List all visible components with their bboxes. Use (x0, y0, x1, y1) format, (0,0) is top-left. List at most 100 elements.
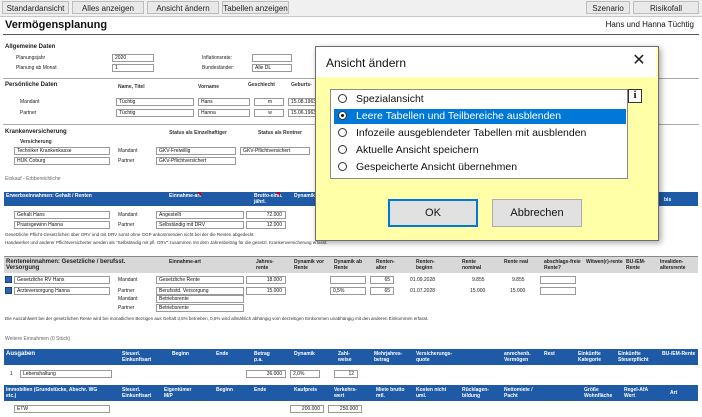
expand-row-button[interactable] (5, 276, 12, 283)
expense-dyn-field[interactable]: 2,0% (290, 370, 320, 378)
col-end: Ende (216, 351, 229, 357)
pension-age-field[interactable]: 65 (370, 287, 394, 295)
col-category: Einkünfte Kategorie (578, 351, 602, 363)
deduction-free-field[interactable] (540, 276, 576, 284)
inflation-field[interactable] (252, 54, 292, 62)
firstname-field[interactable]: Hanna (198, 109, 250, 117)
cancel-button[interactable]: Abbrechen (492, 199, 582, 227)
show-tables-button[interactable]: Tabellen anzeigen (222, 1, 289, 14)
col-pension-start: Renten-beginn (416, 259, 435, 271)
expense-amount-field[interactable]: 36.000 (246, 370, 286, 378)
expense-frequency-field[interactable]: 12 (334, 370, 358, 378)
pension-age-field[interactable]: 65 (370, 276, 394, 284)
col-net-rent: Nettomiete / Pacht (504, 387, 533, 399)
role-label: Mandant (118, 148, 138, 154)
state-field[interactable]: Alle DL (252, 64, 292, 72)
standard-view-button[interactable]: Standardansicht (2, 1, 69, 14)
income-name-field[interactable]: Praxisgewinn Hanna (14, 221, 110, 229)
col-payment: Zahl-weise (338, 351, 352, 363)
deduction-free-field[interactable] (540, 287, 576, 295)
radio-button[interactable] (338, 94, 347, 103)
expand-row-button[interactable] (5, 287, 12, 294)
firstname-field[interactable]: Hans (198, 98, 250, 106)
status-dropdown[interactable]: GKV-Pflichtversichert (156, 157, 236, 165)
planning-year-field[interactable]: 2020 (112, 54, 154, 62)
role-label: Mandant (20, 99, 40, 105)
birthdate-field[interactable]: 15.08.1963 (288, 98, 316, 106)
col-status-pensioner: Status als Rentner (258, 130, 302, 136)
col-type: Art (670, 390, 678, 396)
health-insurance-header: Krankenversicherung (5, 129, 67, 135)
pension-name-field[interactable]: Gesetzliche RV Hans (14, 276, 110, 284)
income-amount-field[interactable]: 12.000 (246, 221, 286, 229)
planning-month-field[interactable]: 1 (112, 64, 154, 72)
col-tax-liability: Einkünfte Steuerpflicht (618, 351, 649, 363)
asset-value-field[interactable]: 250.000 (328, 405, 362, 413)
birthdate-field[interactable]: 15.06.1963 (288, 109, 316, 117)
gender-field[interactable]: w (254, 109, 284, 117)
gender-field[interactable]: m (254, 98, 284, 106)
insurer-field[interactable]: HUK Coburg (14, 157, 110, 165)
pension-amount-field[interactable]: 15.000 (246, 287, 286, 295)
col-multi-year: Mehrjahres-betrag (374, 351, 403, 363)
change-view-button[interactable]: Ansicht ändern (147, 1, 219, 14)
close-icon[interactable]: ✕ (630, 52, 648, 70)
col-invalid: Invaliden-altersrente (660, 259, 686, 271)
option-save-view[interactable]: Aktuelle Ansicht speichern (334, 143, 626, 158)
asset-price-field[interactable]: 200.000 (290, 405, 324, 413)
option-hide-info-rows[interactable]: Infozeile ausgeblendeter Tabellen mit au… (334, 126, 626, 141)
pension-dyn-field[interactable] (330, 276, 366, 284)
planning-year-label: Planungsjahr (16, 55, 46, 61)
surname-field[interactable]: Tüchtig (116, 109, 194, 117)
info-icon[interactable]: i (628, 89, 642, 103)
col-widow: Witwen(r)-rente (586, 259, 623, 265)
col-purchase-price: Kaufpreis (294, 387, 318, 393)
status-dropdown[interactable]: GKV-Freiwillig (156, 147, 236, 155)
col-reserves: Rücklagen-bildung (462, 387, 489, 399)
col-nominal: Rente nominal (462, 259, 482, 271)
pension-type-dropdown[interactable]: Gesetzliche Rente (156, 276, 244, 284)
income-amount-field[interactable]: 72.000 (246, 211, 286, 219)
ok-button[interactable]: OK (388, 199, 478, 227)
radio-button[interactable] (338, 145, 347, 154)
pension-name-field[interactable]: Ärzteversorgung Hanna (14, 287, 110, 295)
expense-name-field[interactable]: Lebenshaltung (20, 370, 112, 378)
radio-button[interactable] (338, 128, 347, 137)
expenses-header-title: Ausgaben (6, 351, 36, 357)
dialog-title: Ansicht ändern (326, 56, 407, 70)
insurer-field[interactable]: Techniker Krankenkasse (14, 147, 110, 155)
role-label: Partner (118, 222, 135, 228)
pension-type-dropdown[interactable]: Betriebsrente (156, 304, 244, 312)
assets-table-header: Immobilien (Grundstücke, Abschr. WG etc.… (4, 385, 698, 401)
radio-button-selected[interactable] (338, 111, 347, 120)
show-all-button[interactable]: Alles anzeigen (72, 1, 144, 14)
scenario-button[interactable]: Szenario (586, 1, 630, 14)
asset-name-field[interactable]: ETW (14, 405, 110, 413)
col-weighting: BU-/EM-Rente (662, 351, 696, 357)
pension-type-dropdown[interactable]: Betriebsrente (156, 295, 244, 303)
pension-amount-field[interactable]: 18.000 (246, 276, 286, 284)
col-bu-em: BU-/EM-Rente (626, 259, 646, 271)
income-type-dropdown[interactable]: Selbständig mit DRV (156, 221, 244, 229)
role-label: Partner (118, 305, 135, 311)
expenses-table-header: Ausgaben Steuerl. Einkunftsart Beginn En… (4, 349, 698, 365)
option-label: Spezialansicht (356, 93, 424, 105)
income-type-dropdown[interactable]: Angestellt (156, 211, 244, 219)
surname-field[interactable]: Tüchtig (116, 98, 194, 106)
col-status-employee: Status als Einzelhaftiger (169, 130, 227, 136)
col-deduction-free: abschlags-freie Rente? (544, 259, 581, 271)
income-name-field[interactable]: Gehalt Hans (14, 211, 110, 219)
inflation-label: Inflationsrate: (202, 55, 233, 61)
col-dyn-before: Dynamik vor Rente (294, 259, 325, 271)
option-special-view[interactable]: Spezialansicht (334, 92, 626, 107)
status-pensioner-dropdown[interactable]: GKV-Pflichtversichert (240, 147, 310, 155)
radio-button[interactable] (338, 162, 347, 171)
pension-dyn-field[interactable]: 0,5% (330, 287, 366, 295)
option-hide-empty-tables[interactable]: Leere Tabellen und Teilbereiche ausblend… (334, 109, 626, 124)
pension-type-dropdown[interactable]: Berufsstd. Versorgung (156, 287, 244, 295)
col-insurance-quota: Versicherungs-quote (416, 351, 453, 363)
col-gender: Geschlecht (248, 82, 275, 88)
risk-case-button[interactable]: Risikofall (633, 1, 699, 14)
general-data-header: Allgemeine Daten (5, 44, 56, 50)
option-apply-saved-view[interactable]: Gespeicherte Ansicht übernehmen (334, 160, 626, 175)
